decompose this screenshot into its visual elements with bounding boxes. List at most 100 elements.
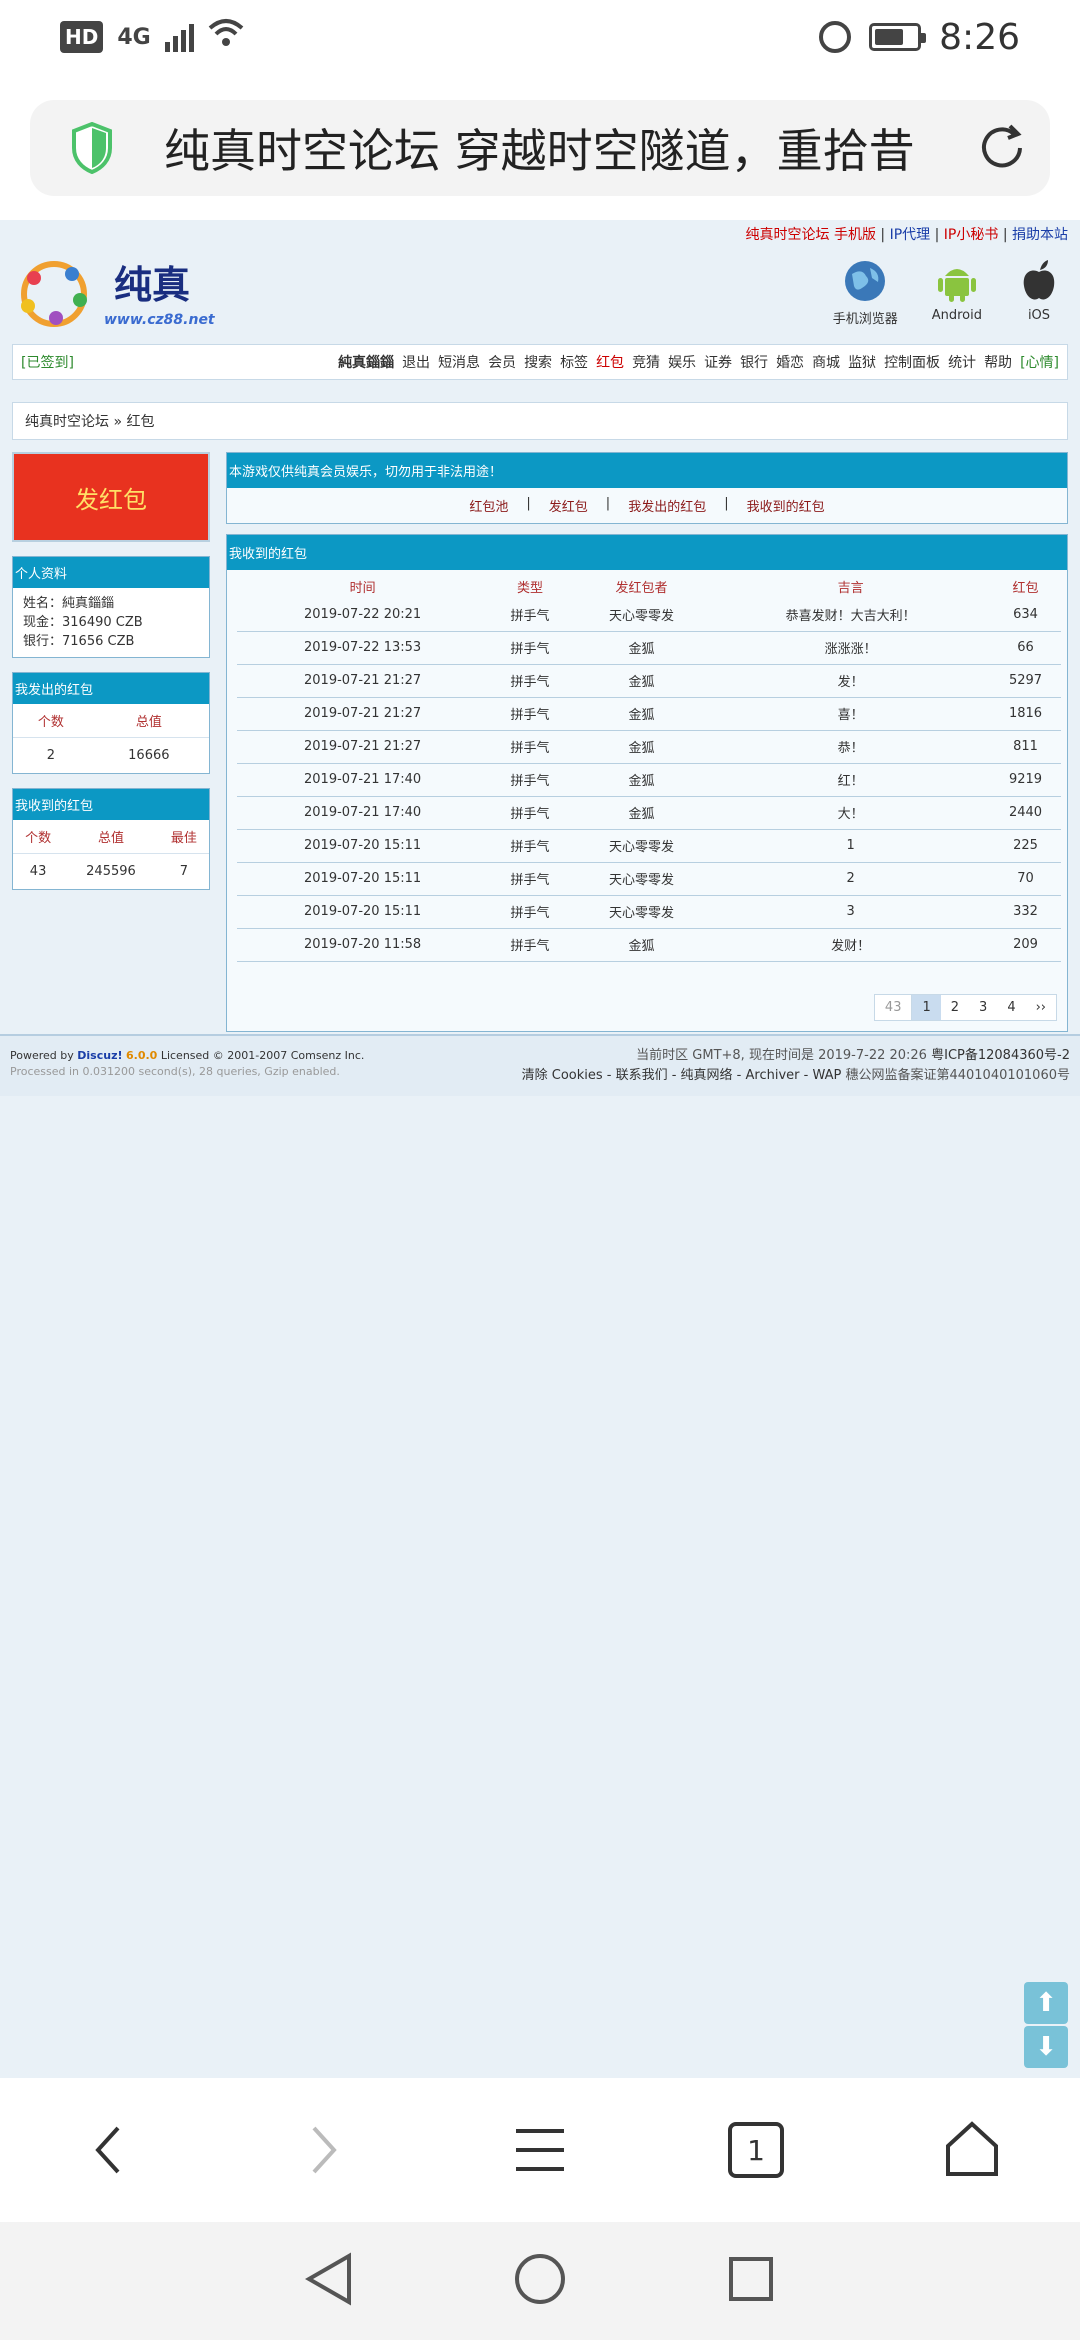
link-licensed[interactable]: Licensed bbox=[161, 1049, 209, 1062]
send-redpacket-button[interactable]: 发红包 bbox=[12, 452, 210, 542]
nav-recents-icon[interactable] bbox=[727, 2255, 775, 2307]
cell-type: 拼手气 bbox=[488, 796, 572, 830]
nav-stocks[interactable]: 证券 bbox=[704, 352, 732, 372]
nav-tags[interactable]: 标签 bbox=[560, 352, 588, 372]
nav-logout[interactable]: 退出 bbox=[402, 352, 430, 372]
nav-redpacket[interactable]: 红包 bbox=[596, 352, 624, 372]
link-ip-secretary[interactable]: IP小秘书 bbox=[944, 227, 999, 243]
sent-count: 2 bbox=[46, 748, 55, 763]
forward-icon[interactable] bbox=[284, 2110, 364, 2190]
cell-sender[interactable]: 金狐 bbox=[571, 631, 712, 665]
received-count: 43 bbox=[29, 864, 47, 879]
cell-sender[interactable]: 金狐 bbox=[571, 664, 712, 698]
nav-search[interactable]: 搜索 bbox=[524, 352, 552, 372]
link-donate[interactable]: 捐助本站 bbox=[1012, 227, 1068, 243]
icp-link[interactable]: 粤ICP备12084360号-2 bbox=[931, 1048, 1070, 1063]
nav-members[interactable]: 会员 bbox=[488, 352, 516, 372]
col-wish: 吉言 bbox=[837, 580, 864, 596]
scroll-buttons: ⬆ ⬇ bbox=[1024, 1982, 1068, 2068]
footer-links[interactable]: 清除 Cookies - 联系我们 - 纯真网络 - Archiver - WA… bbox=[522, 1068, 842, 1083]
nav-shop[interactable]: 商城 bbox=[812, 352, 840, 372]
copyright: © 2001-2007 bbox=[212, 1049, 288, 1062]
system-nav-bar bbox=[0, 2222, 1080, 2340]
signal-icon bbox=[164, 22, 194, 52]
tab-pool[interactable]: 红包池 bbox=[469, 496, 508, 515]
cell-sender[interactable]: 金狐 bbox=[571, 928, 712, 962]
cell-sender[interactable]: 金狐 bbox=[571, 730, 712, 764]
forum-logo[interactable]: 纯真 www.cz88.net bbox=[14, 254, 244, 332]
nav-marriage[interactable]: 婚恋 bbox=[776, 352, 804, 372]
tab-sent[interactable]: 我发出的红包 bbox=[628, 496, 706, 515]
nav-guess[interactable]: 竞猜 bbox=[632, 352, 660, 372]
cell-sender[interactable]: 天心零零发 bbox=[571, 829, 712, 863]
platform-ios[interactable]: iOS bbox=[1016, 258, 1062, 327]
cell-amount: 66 bbox=[990, 631, 1061, 665]
page-2[interactable]: 2 bbox=[941, 995, 969, 1020]
cell-wish: 红！ bbox=[711, 763, 991, 797]
redpacket-tabs: 红包池 | 发红包 | 我发出的红包 | 我收到的红包 bbox=[227, 488, 1067, 515]
nav-links: 純真錙錙 退出 短消息 会员 搜索 标签 红包 竞猜 娱乐 证券 银行 婚恋 商… bbox=[338, 352, 1059, 372]
cell-type: 拼手气 bbox=[488, 763, 572, 797]
police-record[interactable]: 穗公网监备案证第4401040101060号 bbox=[845, 1068, 1070, 1083]
address-bar[interactable]: 纯真时空论坛 穿越时空隧道，重拾昔 bbox=[30, 100, 1050, 196]
home-icon[interactable] bbox=[932, 2110, 1012, 2190]
separator: | bbox=[998, 227, 1012, 243]
back-icon[interactable] bbox=[68, 2110, 148, 2190]
nav-home-icon[interactable] bbox=[513, 2252, 567, 2310]
separator: | bbox=[605, 496, 611, 511]
shield-icon[interactable] bbox=[70, 121, 114, 175]
tab-send[interactable]: 发红包 bbox=[549, 496, 588, 515]
nav-help[interactable]: 帮助 bbox=[984, 352, 1012, 372]
nav-back-icon[interactable] bbox=[304, 2252, 353, 2310]
nav-entertainment[interactable]: 娱乐 bbox=[668, 352, 696, 372]
cell-time: 2019-07-21 17:40 bbox=[237, 763, 489, 797]
signed-status[interactable]: [已签到] bbox=[21, 352, 74, 372]
cell-sender[interactable]: 天心零零发 bbox=[571, 598, 712, 632]
cell-time: 2019-07-22 13:53 bbox=[237, 631, 489, 665]
page-title[interactable]: 纯真时空论坛 穿越时空隧道，重拾昔 bbox=[164, 115, 944, 181]
page-4[interactable]: 4 bbox=[997, 995, 1025, 1020]
menu-icon[interactable] bbox=[500, 2110, 580, 2190]
cell-sender[interactable]: 金狐 bbox=[571, 796, 712, 830]
nav-user[interactable]: 純真錙錙 bbox=[338, 352, 394, 372]
received-list-title: 我收到的红包 bbox=[227, 535, 1067, 570]
nav-control-panel[interactable]: 控制面板 bbox=[884, 352, 940, 372]
link-ip-proxy[interactable]: IP代理 bbox=[890, 227, 931, 243]
page-3[interactable]: 3 bbox=[969, 995, 997, 1020]
table-row: 2019-07-21 21:27 拼手气 金狐 恭！ 811 bbox=[237, 730, 1061, 764]
nav-mood[interactable]: [心情] bbox=[1020, 352, 1059, 372]
cell-sender[interactable]: 天心零零发 bbox=[571, 895, 712, 929]
cell-type: 拼手气 bbox=[488, 631, 572, 665]
link-discuz[interactable]: Discuz! bbox=[77, 1049, 122, 1062]
nav-messages[interactable]: 短消息 bbox=[438, 352, 480, 372]
cell-sender[interactable]: 金狐 bbox=[571, 763, 712, 797]
nav-bank[interactable]: 银行 bbox=[740, 352, 768, 372]
cell-time: 2019-07-21 21:27 bbox=[237, 730, 489, 764]
cell-sender[interactable]: 金狐 bbox=[571, 697, 712, 731]
scroll-up-icon[interactable]: ⬆ bbox=[1024, 1982, 1068, 2024]
page-1[interactable]: 1 bbox=[912, 995, 941, 1020]
nav-stats[interactable]: 统计 bbox=[948, 352, 976, 372]
col-sender: 发红包者 bbox=[615, 580, 668, 596]
scroll-down-icon[interactable]: ⬇ bbox=[1024, 2026, 1068, 2068]
footer: Powered by Discuz! 6.0.0 Licensed © 2001… bbox=[0, 1034, 1080, 1096]
sent-total: 16666 bbox=[128, 748, 170, 763]
nav-prison[interactable]: 监狱 bbox=[848, 352, 876, 372]
platform-browser[interactable]: 手机浏览器 bbox=[833, 258, 898, 327]
platform-android[interactable]: Android bbox=[932, 258, 982, 327]
tabs-button[interactable]: 1 bbox=[716, 2110, 796, 2190]
profile-box: 个人资料 姓名：純真錙錙 现金：316490 CZB 银行：71656 CZB bbox=[12, 556, 210, 658]
breadcrumb-text[interactable]: 纯真时空论坛 » 红包 bbox=[25, 411, 154, 431]
link-comsenz[interactable]: Comsenz Inc. bbox=[291, 1049, 365, 1062]
separator: | bbox=[930, 227, 944, 243]
cell-amount: 225 bbox=[990, 829, 1061, 863]
profile-bank: 银行：71656 CZB bbox=[23, 634, 135, 649]
reload-icon[interactable] bbox=[976, 122, 1028, 174]
link-forum[interactable]: 纯真时空论坛 bbox=[746, 227, 830, 243]
notice-text: 本游戏仅供纯真会员娱乐，切勿用于非法用途！ bbox=[227, 453, 1067, 488]
link-mobile[interactable]: 手机版 bbox=[834, 227, 876, 243]
page-next[interactable]: ›› bbox=[1026, 995, 1056, 1020]
cell-sender[interactable]: 天心零零发 bbox=[571, 862, 712, 896]
tab-received[interactable]: 我收到的红包 bbox=[747, 496, 825, 515]
cell-time: 2019-07-20 11:58 bbox=[237, 928, 489, 962]
